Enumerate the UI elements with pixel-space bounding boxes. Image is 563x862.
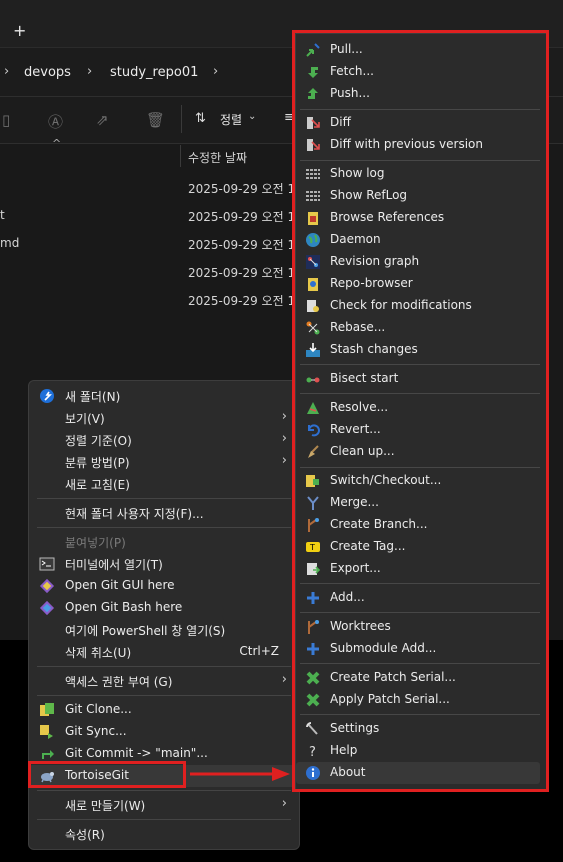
chevron-right-icon: › xyxy=(281,672,287,687)
git-gui-icon xyxy=(39,578,55,594)
git-bash-icon xyxy=(39,600,55,616)
menu-item-customize-folder[interactable]: 현재 폴더 사용자 지정(F)... xyxy=(29,502,299,524)
menu-item-git-clone[interactable]: Git Clone... xyxy=(29,699,299,721)
menu-item-properties[interactable]: 속성(R) xyxy=(29,823,299,845)
highlight-box-tortoisegit xyxy=(28,761,186,788)
menu-separator xyxy=(37,790,291,791)
share-icon[interactable]: ⇗ xyxy=(96,111,109,129)
file-date: 2025-09-29 오전 1 xyxy=(188,210,296,224)
menu-item-undo-delete[interactable]: 삭제 취소(U) Ctrl+Z xyxy=(29,641,299,663)
menu-item-new[interactable]: 새로 만들기(W) › xyxy=(29,794,299,816)
toolbar-divider xyxy=(181,105,182,133)
new-tab-button[interactable]: + xyxy=(13,21,26,40)
menu-separator xyxy=(37,666,291,667)
chevron-down-icon: ⌄ xyxy=(248,111,257,122)
new-folder-icon xyxy=(40,389,54,403)
rename-icon[interactable]: Ⓐ xyxy=(48,111,63,132)
git-sync-icon xyxy=(40,725,53,739)
chevron-right-icon: › xyxy=(4,64,10,79)
menu-item-paste: 붙여넣기(P) xyxy=(65,536,126,550)
terminal-icon xyxy=(39,557,55,571)
file-date: 2025-09-29 오전 1 xyxy=(188,182,296,196)
menu-item-group-by[interactable]: 분류 방법(P) › xyxy=(29,451,299,473)
menu-item-refresh[interactable]: 새로 고침(E) xyxy=(29,473,299,495)
menu-item-sort-by[interactable]: 정렬 기준(O) › xyxy=(29,429,299,451)
sort-asc-icon: ^ xyxy=(52,137,62,150)
menu-item-git-gui[interactable]: Open Git GUI here xyxy=(29,575,299,597)
menu-separator xyxy=(37,695,291,696)
menu-separator xyxy=(37,498,291,499)
git-clone-icon xyxy=(40,703,54,716)
chevron-right-icon: › xyxy=(281,409,287,424)
trash-icon[interactable]: 🗑 xyxy=(146,111,165,129)
chevron-right-icon: › xyxy=(281,431,287,446)
column-divider xyxy=(180,145,181,167)
chevron-right-icon: › xyxy=(213,64,219,79)
menu-item-new-folder[interactable]: 새 폴더(N) xyxy=(29,385,299,407)
menu-item-git-bash[interactable]: Open Git Bash here xyxy=(29,597,299,619)
menu-item-git-sync[interactable]: Git Sync... xyxy=(29,721,299,743)
sort-button[interactable]: 정렬 xyxy=(220,111,242,128)
menu-item-open-powershell[interactable]: 여기에 PowerShell 창 열기(S) xyxy=(29,619,299,641)
shortcut-label: Ctrl+Z xyxy=(239,644,279,658)
highlight-box-submenu xyxy=(292,30,549,792)
chevron-right-icon: › xyxy=(281,453,287,468)
breadcrumb-devops[interactable]: devops xyxy=(24,65,71,80)
file-name[interactable]: md xyxy=(0,236,19,250)
chevron-right-icon: › xyxy=(281,796,287,811)
menu-separator xyxy=(37,819,291,820)
column-modified-date[interactable]: 수정한 날짜 xyxy=(188,149,247,166)
file-date: 2025-09-29 오전 1 xyxy=(188,266,296,280)
file-date: 2025-09-29 오전 1 xyxy=(188,238,296,252)
chevron-right-icon: › xyxy=(87,64,93,79)
sort-icon: ⇅ xyxy=(195,111,206,126)
file-name[interactable]: t xyxy=(0,208,5,222)
file-date: 2025-09-29 오전 1 xyxy=(188,294,296,308)
breadcrumb-study-repo01[interactable]: study_repo01 xyxy=(110,65,198,80)
menu-separator xyxy=(37,527,291,528)
menu-item-view[interactable]: 보기(V) › xyxy=(29,407,299,429)
paste-icon[interactable]: ▯ xyxy=(2,111,10,129)
menu-item-open-terminal[interactable]: 터미널에서 열기(T) xyxy=(29,553,299,575)
menu-item-give-access[interactable]: 액세스 권한 부여 (G) › xyxy=(29,670,299,692)
arrow-right-icon xyxy=(190,767,290,781)
git-commit-icon xyxy=(42,750,54,759)
